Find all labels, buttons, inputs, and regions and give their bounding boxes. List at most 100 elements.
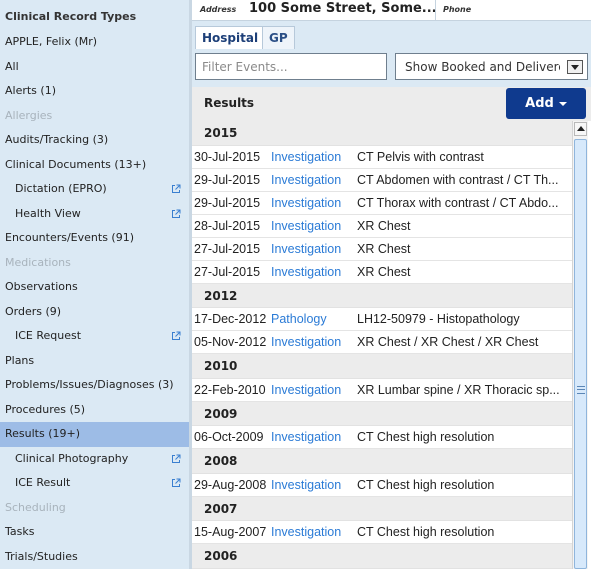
event-type-link[interactable]: Investigation [271,215,341,237]
event-type-link[interactable]: Investigation [271,261,341,283]
sidebar-item-label: Plans [5,353,35,367]
event-row[interactable]: 27-Jul-2015 Investigation XR Chest [192,260,572,284]
add-button[interactable]: Add [506,88,586,119]
sidebar-item-label: Medications [5,255,71,269]
sidebar-item[interactable]: Trials/Studies [0,545,189,569]
address-value: 100 Some Street, Some... [249,1,437,16]
event-type-link[interactable]: Investigation [271,426,341,448]
banner-divider [435,0,436,21]
sidebar-item-label: Encounters/Events (91) [5,231,135,244]
external-link-icon [172,454,181,463]
event-type-link[interactable]: Pathology [271,308,327,330]
sidebar-item-label: Tasks [5,525,35,538]
event-type-link[interactable]: Investigation [271,238,341,260]
sidebar-item[interactable]: Procedures (5) [0,398,189,423]
event-description: CT Pelvis with contrast [357,149,484,164]
patient-banner: Address 100 Some Street, Some... Phone [192,0,591,21]
external-link-icon [172,331,181,340]
event-description: XR Chest [357,241,411,256]
year-group-header: 2015 [192,121,572,146]
clinical-record-types-sidebar: Clinical Record Types APPLE, Felix (Mr) A… [0,0,189,569]
event-description: LH12-50979 - Histopathology [357,312,520,326]
event-description: XR Chest / XR Chest / XR Chest [357,335,539,349]
event-row[interactable]: 15-Aug-2007 Investigation CT Chest high re… [192,521,572,544]
event-date: 22-Feb-2010 [194,382,266,397]
sidebar-item-label: All [5,59,19,73]
event-description: XR Lumbar spine / XR Thoracic sp... [357,382,560,397]
event-type-link[interactable]: Investigation [271,169,341,191]
sidebar-item-label: Trials/Studies [5,549,78,563]
event-row[interactable]: 05-Nov-2012 Investigation XR Chest / XR Ch… [192,331,572,354]
sidebar-title: Clinical Record Types [5,10,137,23]
event-type-link[interactable]: Investigation [271,379,341,401]
event-row[interactable]: 29-Jul-2015 Investigation CT Thorax with c… [192,191,572,215]
event-row[interactable]: 30-Jul-2015 Investigation CT Pelvis with c… [192,145,572,169]
sidebar-item[interactable]: Results (19+) [0,422,189,447]
scroll-thumb[interactable] [574,139,587,569]
caret-down-icon [558,101,567,106]
event-row[interactable]: 22-Feb-2010 Investigation XR Lumbar spine … [192,378,572,402]
address-label: Address [200,5,237,14]
event-date: 28-Jul-2015 [194,218,261,233]
event-description: XR Chest [357,218,411,233]
vertical-scrollbar[interactable] [572,121,588,569]
event-description: CT Thorax with contrast / CT Abdo... [357,195,559,210]
tab-gp[interactable]: GP [262,26,295,49]
year-group-header: 2012 [192,283,572,308]
sidebar-item[interactable]: ICE Request [0,324,189,349]
sidebar-item-label: Orders (9) [5,304,62,318]
sidebar-item-label: Observations [5,280,78,293]
results-header: Results Add [192,87,591,121]
event-row[interactable]: 17-Dec-2012 Pathology LH12-50979 - Histopa… [192,308,572,331]
event-date: 30-Jul-2015 [194,149,261,164]
sidebar-item[interactable]: Health View [0,202,189,227]
sidebar-item[interactable]: Audits/Tracking (3) [0,128,189,153]
sidebar-item-label: Clinical Photography [15,451,129,465]
sidebar-item[interactable]: Dictation (EPRO) [0,177,189,202]
results-event-list: 2015 30-Jul-2015 Investigation CT Pelvis wi… [192,121,572,569]
sidebar-item[interactable]: Alerts (1) [0,79,189,104]
sidebar-item[interactable]: Clinical Documents (13+) [0,153,189,178]
sidebar-item[interactable]: All [0,55,189,80]
event-type-link[interactable]: Investigation [271,521,341,543]
event-date: 29-Jul-2015 [194,172,261,187]
sidebar-item-label: ICE Result [15,476,71,489]
event-row[interactable]: 29-Jul-2015 Investigation CT Abdomen with … [192,168,572,192]
event-row[interactable]: 06-Oct-2009 Investigation CT Chest high re… [192,426,572,449]
scroll-up-arrow-icon[interactable] [574,122,587,136]
event-date: 15-Aug-2007 [194,525,267,539]
scroll-grip-icon [577,386,585,394]
event-date: 06-Oct-2009 [194,430,264,444]
event-type-link[interactable]: Investigation [271,146,341,168]
year-group-header: 2007 [192,496,572,521]
sidebar-item-label: Health View [15,206,81,220]
event-type-link[interactable]: Investigation [271,192,341,214]
sidebar-item[interactable]: Clinical Photography [0,447,189,472]
sidebar-item-label: ICE Request [15,329,82,342]
sidebar-item-label: Audits/Tracking (3) [5,133,109,146]
event-row[interactable]: 29-Aug-2008 Investigation CT Chest high re… [192,473,572,497]
sidebar-item[interactable]: Orders (9) [0,300,189,325]
dropdown-arrow-icon[interactable] [567,60,583,74]
external-link-icon [172,184,181,193]
sidebar-item[interactable]: ICE Result [0,471,189,496]
event-description: CT Chest high resolution [357,477,495,492]
event-description: CT Chest high resolution [357,430,495,444]
sidebar-item[interactable]: Plans [0,349,189,374]
sidebar-item[interactable]: Tasks [0,520,189,545]
tab-hospital[interactable]: Hospital [195,26,266,50]
year-group-header: 2009 [192,401,572,426]
sidebar-item[interactable]: Problems/Issues/Diagnoses (3) [0,373,189,398]
event-type-link[interactable]: Investigation [271,331,341,353]
event-row[interactable]: 27-Jul-2015 Investigation XR Chest [192,237,572,261]
filter-events-input[interactable] [195,53,387,80]
event-date: 17-Dec-2012 [194,312,267,326]
sidebar-item[interactable]: APPLE, Felix (Mr) [0,30,189,55]
event-type-link[interactable]: Investigation [271,474,341,496]
sidebar-item[interactable]: Observations [0,275,189,300]
show-status-dropdown[interactable]: Show Booked and Delivered [395,53,588,80]
event-row[interactable]: 28-Jul-2015 Investigation XR Chest [192,214,572,238]
sidebar-item: Scheduling [0,496,189,521]
sidebar-item-label: Dictation (EPRO) [15,182,107,195]
sidebar-item[interactable]: Encounters/Events (91) [0,226,189,251]
